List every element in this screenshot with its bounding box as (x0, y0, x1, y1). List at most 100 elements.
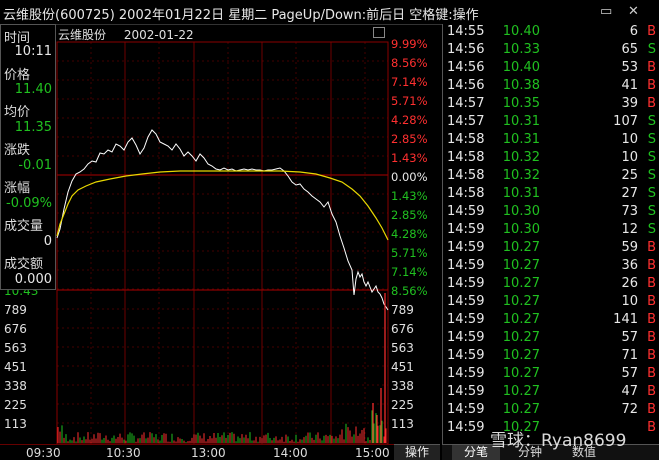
change-pct-value: -0.09% (6, 196, 52, 211)
tick-time: 14:56 (447, 78, 485, 93)
price-line (56, 129, 389, 311)
tick-side: S (647, 114, 656, 129)
tick-volume: 107 (613, 114, 638, 129)
tick-side: B (647, 96, 656, 111)
amount-value: 0.000 (14, 272, 52, 287)
tick-price: 10.27 (502, 258, 540, 273)
tick-price: 10.27 (502, 348, 540, 363)
tick-side: S (647, 150, 656, 165)
tick-time: 14:59 (447, 204, 485, 219)
tick-volume: 72 (621, 402, 638, 417)
title-bar: 云维股份(600725) 2002年01月22日 星期二 PageUp/Down… (0, 0, 659, 25)
tick-side: B (647, 60, 656, 75)
tick-time: 14:56 (447, 60, 485, 75)
chart-scroll-icon[interactable] (373, 27, 385, 38)
tick-volume: 10 (621, 132, 638, 147)
tick-list[interactable]: 14:55 10.40 6 B 14:56 10.33 65 S 14:56 10.40 53 B 14… (442, 24, 659, 444)
tick-volume: 141 (613, 312, 638, 327)
tick-side: S (647, 186, 656, 201)
tick-volume: 59 (621, 240, 638, 255)
tick-price: 10.27 (502, 276, 540, 291)
tick-volume: 65 (621, 42, 638, 57)
tick-row: 14:59 10.27 36 B (443, 257, 659, 275)
tick-row: 14:59 10.27 47 B (443, 383, 659, 401)
tick-side: B (647, 384, 656, 399)
avg-value: 11.35 (14, 120, 52, 135)
tick-side: B (647, 276, 656, 291)
tick-price: 10.33 (502, 42, 540, 57)
tick-time: 14:55 (447, 24, 485, 39)
tick-time: 14:58 (447, 186, 485, 201)
tick-volume: 57 (621, 366, 638, 381)
tick-volume: 36 (621, 258, 638, 273)
tick-side: S (647, 42, 656, 57)
tick-price: 10.30 (502, 222, 540, 237)
restore-icon[interactable]: ▭ (600, 4, 612, 19)
tick-time: 14:59 (447, 384, 485, 399)
tick-volume: 6 (629, 24, 638, 39)
tick-price: 10.27 (502, 312, 540, 327)
tick-price: 10.27 (502, 366, 540, 381)
tick-price: 10.31 (502, 132, 540, 147)
tick-side: B (647, 78, 656, 93)
tick-time: 14:59 (447, 330, 485, 345)
tick-row: 14:58 10.32 25 S (443, 167, 659, 185)
tick-volume: 12 (621, 222, 638, 237)
tick-price: 10.38 (502, 78, 540, 93)
tick-side: S (647, 204, 656, 219)
tick-time: 14:57 (447, 96, 485, 111)
tick-time: 14:58 (447, 132, 485, 147)
tick-volume: 71 (621, 348, 638, 363)
tick-row: 14:59 10.30 73 S (443, 203, 659, 221)
tick-price: 10.27 (502, 330, 540, 345)
tick-price: 10.27 (502, 402, 540, 417)
tick-time: 14:59 (447, 402, 485, 417)
tick-volume: 27 (621, 186, 638, 201)
tick-volume: 26 (621, 276, 638, 291)
time-axis: 09:30 10:30 13:00 14:00 15:00 (0, 444, 440, 460)
tick-time: 14:56 (447, 42, 485, 57)
tick-time: 14:59 (447, 240, 485, 255)
tick-time: 14:59 (447, 420, 485, 435)
amount-label: 成交额 (4, 257, 44, 272)
change-value: -0.01 (18, 158, 52, 173)
time-tick: 13:00 (191, 446, 226, 460)
tick-time: 14:59 (447, 222, 485, 237)
tick-price: 10.27 (502, 294, 540, 309)
tick-side: B (647, 240, 656, 255)
time-value: 10:11 (14, 44, 52, 59)
tick-side: B (647, 24, 656, 39)
intraday-chart[interactable]: 云维股份 2002-01-22 9.99% 8.56% 7.14% 5.71% … (0, 24, 440, 444)
tick-row: 14:57 10.35 39 B (443, 95, 659, 113)
tick-row: 14:58 10.32 10 S (443, 149, 659, 167)
tick-price: 10.30 (502, 204, 540, 219)
time-tick: 14:00 (273, 446, 308, 460)
close-icon[interactable]: ✕ (628, 4, 639, 19)
tick-price: 10.27 (502, 240, 540, 255)
tick-row: 14:56 10.40 53 B (443, 59, 659, 77)
time-tick: 15:00 (355, 446, 390, 460)
tick-side: B (647, 366, 656, 381)
chart-date: 2002-01-22 (123, 28, 194, 42)
tick-volume: 47 (621, 384, 638, 399)
watermark: 雪球：Ryan8699 (490, 431, 627, 451)
window-title: 云维股份(600725) 2002年01月22日 星期二 PageUp/Down… (3, 8, 479, 23)
cursor-info-panel: 时间 10:11 价格 11.40 均价 11.35 涨跌 -0.01 涨幅 -… (0, 24, 56, 290)
time-tick: 09:30 (26, 446, 61, 460)
tick-price: 10.27 (502, 384, 540, 399)
tick-volume: 10 (621, 294, 638, 309)
tick-price: 10.40 (502, 60, 540, 75)
tick-row: 14:58 10.31 27 S (443, 185, 659, 203)
tick-price: 10.32 (502, 168, 540, 183)
tick-volume: 57 (621, 330, 638, 345)
tick-volume: 39 (621, 96, 638, 111)
price-value: 11.40 (14, 82, 52, 97)
avg-label: 均价 (4, 105, 31, 120)
tick-side: B (647, 402, 656, 417)
tick-row: 14:59 10.27 72 B (443, 401, 659, 419)
tick-volume: 41 (621, 78, 638, 93)
tick-volume: 25 (621, 168, 638, 183)
tick-time: 14:58 (447, 150, 485, 165)
chart-frame (56, 41, 389, 444)
operate-button[interactable]: 操作 (394, 444, 440, 460)
